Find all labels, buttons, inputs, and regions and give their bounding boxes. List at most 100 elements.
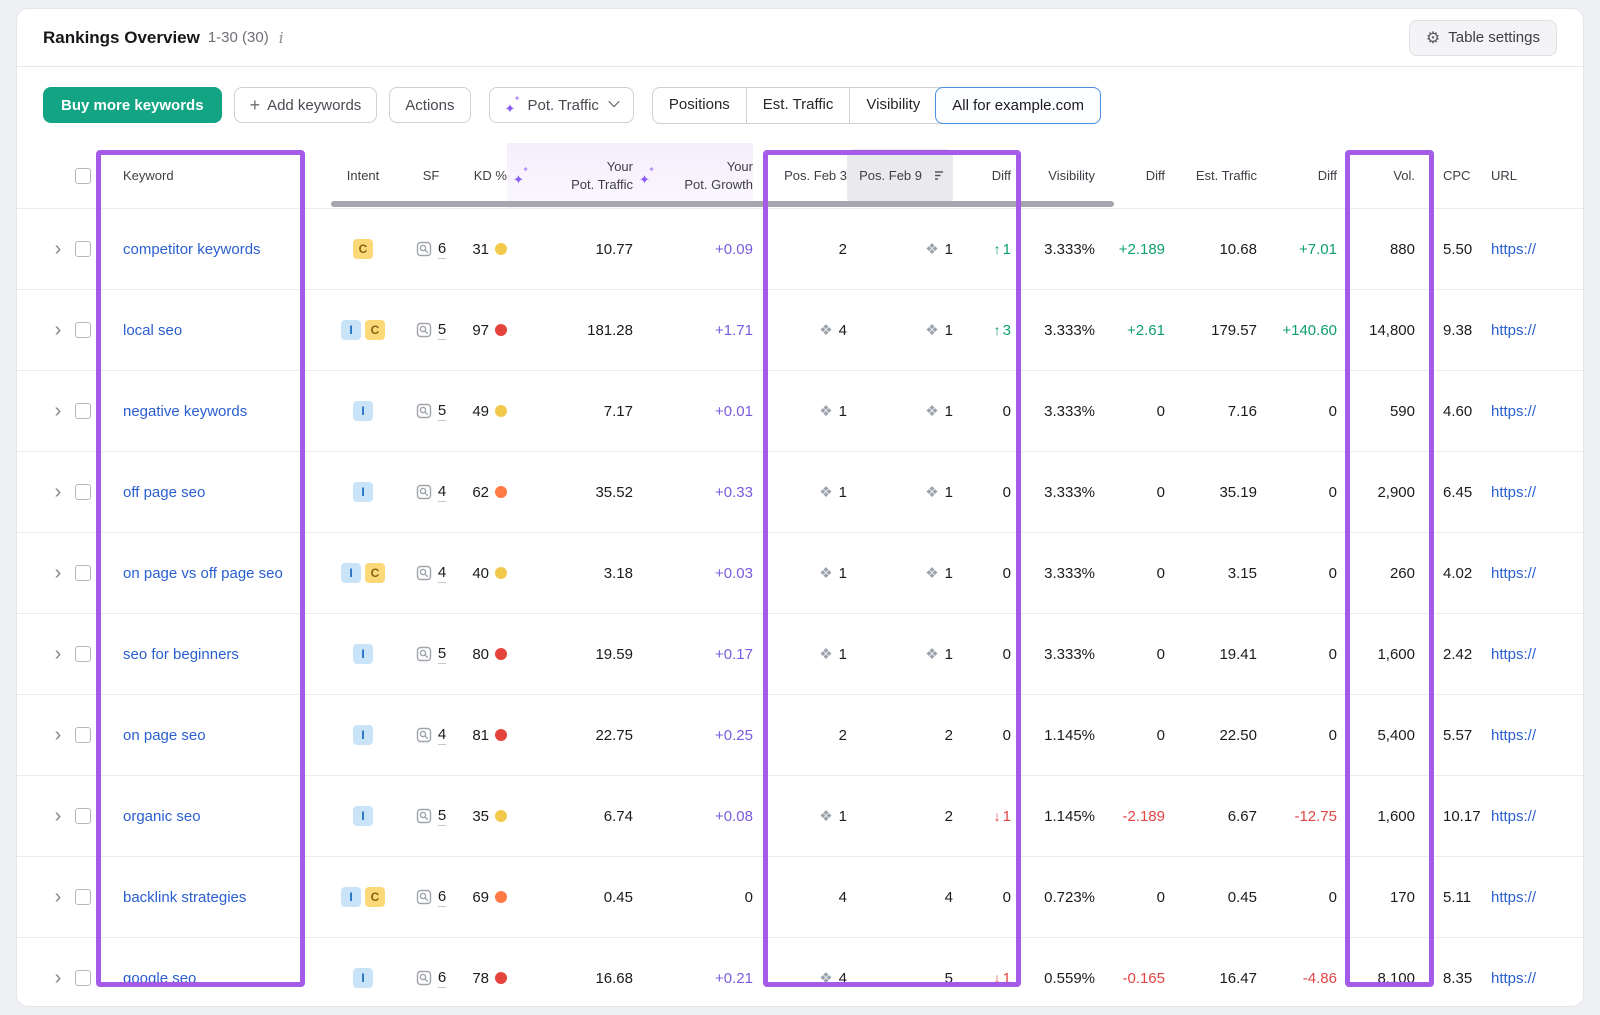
intent-badge[interactable]: I xyxy=(353,482,373,502)
horizontal-scrollbar[interactable] xyxy=(331,201,1114,207)
serp-features-icon[interactable] xyxy=(416,322,432,338)
keyword-link[interactable]: seo for beginners xyxy=(123,646,239,663)
intent-badge[interactable]: I xyxy=(353,806,373,826)
serp-features-icon[interactable] xyxy=(416,727,432,743)
col-header-intent[interactable]: Intent xyxy=(321,143,405,208)
col-header-vis-diff[interactable]: Diff xyxy=(1095,143,1165,208)
row-checkbox[interactable] xyxy=(75,727,91,743)
row-checkbox[interactable] xyxy=(75,403,91,419)
col-header-url[interactable]: URL xyxy=(1477,143,1583,208)
intent-badge[interactable]: I xyxy=(341,887,361,907)
expand-row-icon[interactable]: › xyxy=(55,725,62,745)
col-header-est-traffic[interactable]: Est. Traffic xyxy=(1165,143,1257,208)
url-link[interactable]: https:// xyxy=(1491,484,1536,501)
row-checkbox[interactable] xyxy=(75,889,91,905)
keyword-link[interactable]: negative keywords xyxy=(123,403,247,420)
intent-badge[interactable]: I xyxy=(353,401,373,421)
tab-visibility[interactable]: Visibility xyxy=(849,88,936,123)
keyword-link[interactable]: on page vs off page seo xyxy=(123,565,283,582)
col-header-vol[interactable]: Vol. xyxy=(1337,143,1415,208)
intent-badge[interactable]: I xyxy=(341,320,361,340)
actions-button[interactable]: Actions xyxy=(389,87,470,123)
serp-features-icon[interactable] xyxy=(416,970,432,986)
metric-dropdown[interactable]: ✦✦ Pot. Traffic xyxy=(489,87,634,123)
keyword-link[interactable]: local seo xyxy=(123,322,182,339)
expand-row-icon[interactable]: › xyxy=(55,401,62,421)
expand-row-icon[interactable]: › xyxy=(55,482,62,502)
row-checkbox[interactable] xyxy=(75,970,91,986)
sf-count[interactable]: 6 xyxy=(438,888,446,907)
add-keywords-button[interactable]: + Add keywords xyxy=(234,87,378,123)
keyword-link[interactable]: on page seo xyxy=(123,727,206,744)
info-icon[interactable]: i xyxy=(279,29,284,47)
keyword-link[interactable]: backlink strategies xyxy=(123,889,246,906)
url-link[interactable]: https:// xyxy=(1491,727,1536,744)
url-link[interactable]: https:// xyxy=(1491,403,1536,420)
col-header-keyword[interactable]: Keyword xyxy=(111,143,321,208)
col-header-cpc[interactable]: CPC xyxy=(1415,143,1477,208)
url-link[interactable]: https:// xyxy=(1491,322,1536,339)
col-header-pot-growth[interactable]: ✦✦ YourPot. Growth xyxy=(633,143,753,208)
intent-badge[interactable]: I xyxy=(353,968,373,988)
sf-count[interactable]: 6 xyxy=(438,969,446,988)
sf-count[interactable]: 4 xyxy=(438,726,446,745)
col-header-pos-feb3[interactable]: Pos. Feb 3 xyxy=(753,143,847,208)
row-checkbox[interactable] xyxy=(75,484,91,500)
sf-count[interactable]: 5 xyxy=(438,402,446,421)
expand-row-icon[interactable]: › xyxy=(55,563,62,583)
sf-count[interactable]: 4 xyxy=(438,564,446,583)
serp-features-icon[interactable] xyxy=(416,646,432,662)
url-link[interactable]: https:// xyxy=(1491,241,1536,258)
serp-features-icon[interactable] xyxy=(416,403,432,419)
url-link[interactable]: https:// xyxy=(1491,646,1536,663)
col-header-visibility[interactable]: Visibility xyxy=(1011,143,1095,208)
row-checkbox[interactable] xyxy=(75,565,91,581)
serp-features-icon[interactable] xyxy=(416,241,432,257)
sf-count[interactable]: 6 xyxy=(438,240,446,259)
row-checkbox[interactable] xyxy=(75,646,91,662)
serp-features-icon[interactable] xyxy=(416,808,432,824)
buy-more-keywords-button[interactable]: Buy more keywords xyxy=(43,87,222,123)
col-header-kd[interactable]: KD % xyxy=(457,143,507,208)
col-header-est-diff[interactable]: Diff xyxy=(1257,143,1337,208)
expand-row-icon[interactable]: › xyxy=(55,968,62,988)
intent-badge[interactable]: C xyxy=(365,563,385,583)
url-link[interactable]: https:// xyxy=(1491,565,1536,582)
expand-row-icon[interactable]: › xyxy=(55,887,62,907)
intent-badge[interactable]: I xyxy=(353,725,373,745)
tab-positions[interactable]: Positions xyxy=(653,88,746,123)
col-header-pot-traffic[interactable]: ✦✦ YourPot. Traffic xyxy=(507,143,633,208)
url-link[interactable]: https:// xyxy=(1491,808,1536,825)
col-header-sf[interactable]: SF xyxy=(405,143,457,208)
table-settings-button[interactable]: ⚙ Table settings xyxy=(1409,20,1557,56)
intent-badge[interactable]: I xyxy=(353,644,373,664)
row-checkbox[interactable] xyxy=(75,241,91,257)
intent-badge[interactable]: I xyxy=(341,563,361,583)
row-checkbox[interactable] xyxy=(75,808,91,824)
expand-row-icon[interactable]: › xyxy=(55,644,62,664)
keyword-link[interactable]: google seo xyxy=(123,970,196,987)
tab-est-traffic[interactable]: Est. Traffic xyxy=(746,88,850,123)
sf-count[interactable]: 5 xyxy=(438,807,446,826)
serp-features-icon[interactable] xyxy=(416,889,432,905)
keyword-link[interactable]: competitor keywords xyxy=(123,241,261,258)
expand-row-icon[interactable]: › xyxy=(55,806,62,826)
intent-badge[interactable]: C xyxy=(365,887,385,907)
serp-features-icon[interactable] xyxy=(416,565,432,581)
serp-features-icon[interactable] xyxy=(416,484,432,500)
col-header-diff[interactable]: Diff xyxy=(953,143,1011,208)
row-checkbox[interactable] xyxy=(75,322,91,338)
keyword-link[interactable]: organic seo xyxy=(123,808,201,825)
url-link[interactable]: https:// xyxy=(1491,889,1536,906)
expand-row-icon[interactable]: › xyxy=(55,320,62,340)
intent-badge[interactable]: C xyxy=(353,239,373,259)
select-all-checkbox[interactable] xyxy=(75,168,91,184)
col-header-pos-feb9[interactable]: Pos. Feb 9 xyxy=(847,149,953,203)
intent-badge[interactable]: C xyxy=(365,320,385,340)
sf-count[interactable]: 4 xyxy=(438,483,446,502)
expand-row-icon[interactable]: › xyxy=(55,239,62,259)
tab-all-for-domain[interactable]: All for example.com xyxy=(935,87,1101,124)
sf-count[interactable]: 5 xyxy=(438,321,446,340)
sf-count[interactable]: 5 xyxy=(438,645,446,664)
url-link[interactable]: https:// xyxy=(1491,970,1536,987)
